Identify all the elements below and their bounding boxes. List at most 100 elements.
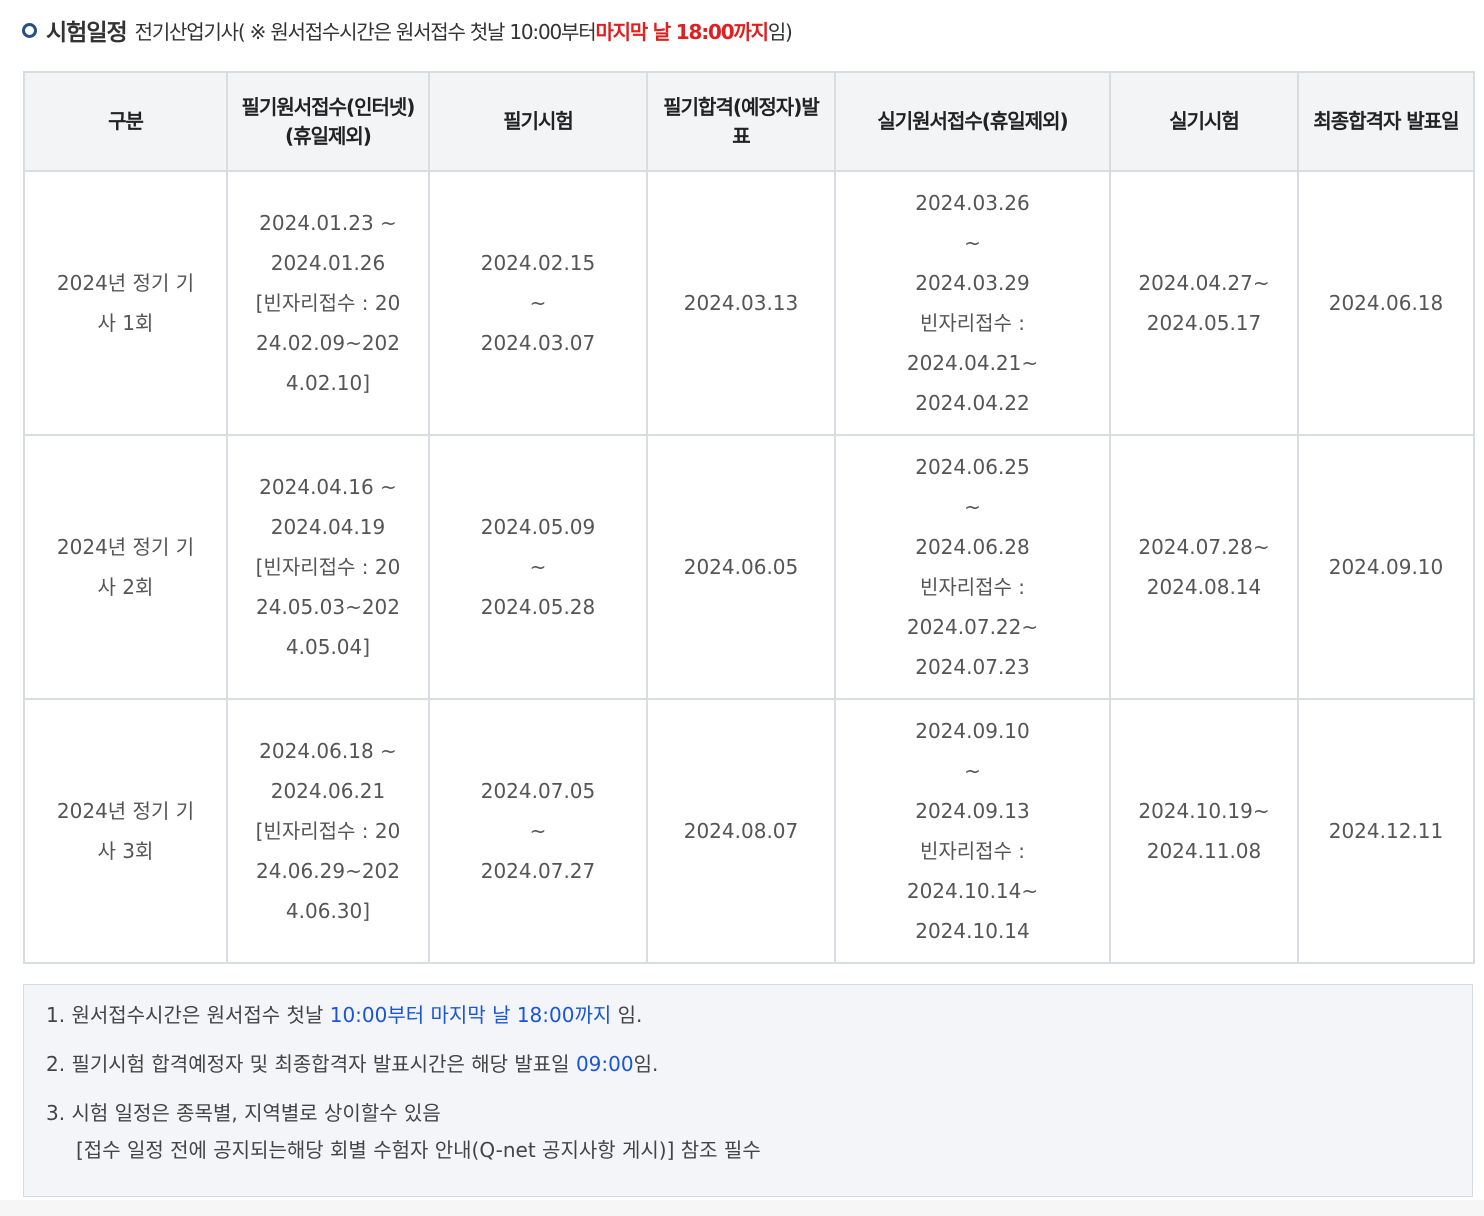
cell-written-result: 2024.06.05 [646, 434, 836, 700]
cell-line: 2024.10.14~ [906, 879, 1039, 903]
cell-line: 사 3회 [97, 839, 154, 863]
cell-practical-application: 2024.09.10 ~2024.09.13 빈자리접수 : 2024.10.14~ 2… [834, 698, 1111, 964]
table-row: 2024년 정기 기사 3회 2024.06.18 ~ 2024.06.21 [빈자리… [23, 698, 1475, 964]
cell-line: 2024.06.21 [270, 779, 386, 803]
table-row: 2024년 정기 기사 1회 2024.01.23 ~ 2024.01.26 [빈자리… [23, 170, 1475, 436]
cell-line: ~ [964, 495, 981, 519]
cell-line: 2024년 정기 기 [56, 535, 195, 559]
cell-line: 2024.09.10 [915, 719, 1030, 743]
cell-written-exam: 2024.02.15 ~2024.03.07 [428, 170, 648, 436]
cell-line: 24.02.09~202 [256, 331, 400, 355]
cell-practical-application: 2024.06.25 ~2024.06.28 빈자리접수 : 2024.07.22~ 2… [834, 434, 1111, 700]
note-text: 임. [633, 1052, 659, 1076]
cell-line: 2024.04.16 ~ [259, 475, 397, 499]
cell-practical-exam: 2024.10.19~ 2024.11.08 [1109, 698, 1299, 964]
cell-line: 빈자리접수 : [919, 839, 1026, 863]
cell-line: ~ [529, 555, 547, 579]
notes-box: 1. 원서접수시간은 원서접수 첫날 10:00부터 마지막 날 18:00까지… [23, 984, 1473, 1197]
note-text: 2. 필기시험 합격예정자 및 최종합격자 발표시간은 해당 발표일 [46, 1052, 576, 1076]
cell-line: ~ [964, 759, 981, 783]
cell-line: 2024.04.27~ [1138, 271, 1270, 295]
cell-round: 2024년 정기 기사 2회 [23, 434, 228, 700]
cell-line: 2024년 정기 기 [56, 271, 195, 295]
title-subtitle-suffix: 임) [767, 19, 793, 44]
cell-line: 2024.07.05 [480, 779, 596, 803]
cell-line: 2024.07.27 [480, 859, 596, 883]
cell-line: [빈자리접수 : 20 [255, 291, 401, 315]
cell-line: [빈자리접수 : 20 [255, 819, 401, 843]
cell-written-application: 2024.04.16 ~ 2024.04.19 [빈자리접수 : 20 24.05.0… [226, 434, 430, 700]
note-highlight: 09:00 [575, 1052, 634, 1076]
header-written-application: 필기원서접수(인터넷)(휴일제외) [226, 71, 430, 172]
cell-line: 2024년 정기 기 [56, 799, 195, 823]
cell-final-result: 2024.12.11 [1297, 698, 1475, 964]
cell-line: 2024.08.07 [683, 819, 799, 843]
cell-line: 2024.07.22~ [906, 615, 1039, 639]
cell-line: 사 1회 [97, 311, 154, 335]
table-header-row: 구분 필기원서접수(인터넷)(휴일제외) 필기시험 필기합격(예정자)발표 실기… [23, 71, 1475, 172]
cell-line: 2024.07.23 [915, 655, 1030, 679]
cell-written-exam: 2024.05.09 ~2024.05.28 [428, 434, 648, 700]
note-text: 임. [611, 1003, 643, 1027]
cell-practical-exam: 2024.07.28~ 2024.08.14 [1109, 434, 1299, 700]
cell-final-result: 2024.09.10 [1297, 434, 1475, 700]
cell-line: 2024.05.09 [480, 515, 596, 539]
table-row: 2024년 정기 기사 2회 2024.04.16 ~ 2024.04.19 [빈자리… [23, 434, 1475, 700]
cell-written-application: 2024.06.18 ~ 2024.06.21 [빈자리접수 : 20 24.06.2… [226, 698, 430, 964]
note-text: 1. 원서접수시간은 원서접수 첫날 [46, 1003, 330, 1027]
cell-line: 4.06.30] [285, 899, 371, 923]
cell-line: 사 2회 [97, 575, 154, 599]
cell-line: 24.05.03~202 [256, 595, 400, 619]
header-written-exam: 필기시험 [428, 71, 648, 172]
cell-final-result: 2024.06.18 [1297, 170, 1475, 436]
title-subtitle-highlight: 마지막 날 18:00까지 [595, 19, 769, 44]
note-text: 3. 시험 일정은 종목별, 지역별로 상이할수 있음 [46, 1101, 441, 1125]
section-title: 시험일정 전기산업기사( ※ 원서접수시간은 원서접수 첫날 10:00부터 마… [22, 10, 793, 50]
cell-line: 4.02.10] [285, 371, 371, 395]
cell-line: 2024.09.10 [1328, 555, 1444, 579]
cell-written-result: 2024.03.13 [646, 170, 836, 436]
cell-line: 2024.11.08 [1146, 839, 1262, 863]
note-sub-item: [접수 일정 전에 공지되는해당 회별 수험자 안내(Q-net 공지사항 게시… [76, 1138, 761, 1162]
cell-line: 2024.03.07 [480, 331, 596, 355]
cell-line: 2024.07.28~ [1138, 535, 1270, 559]
cell-line: 2024.01.23 ~ [259, 211, 397, 235]
cell-line: 2024.04.21~ [906, 351, 1039, 375]
cell-line: ~ [964, 231, 981, 255]
header-final-result: 최종합격자 발표일 [1297, 71, 1475, 172]
note-highlight: 10:00부터 마지막 날 18:00까지 [329, 1003, 612, 1027]
cell-line: 2024.03.26 [915, 191, 1030, 215]
cell-line: 2024.12.11 [1328, 819, 1444, 843]
exam-schedule-page: 시험일정 전기산업기사( ※ 원서접수시간은 원서접수 첫날 10:00부터 마… [0, 0, 1484, 1216]
cell-practical-exam: 2024.04.27~ 2024.05.17 [1109, 170, 1299, 436]
cell-line: 빈자리접수 : [919, 311, 1026, 335]
cell-round: 2024년 정기 기사 1회 [23, 170, 228, 436]
cell-line: 2024.04.19 [270, 515, 386, 539]
cell-line: 2024.03.13 [683, 291, 799, 315]
circle-bullet-icon [22, 22, 37, 38]
cell-line: 2024.06.28 [915, 535, 1030, 559]
bottom-strip [0, 1200, 1484, 1216]
header-written-result: 필기합격(예정자)발표 [646, 71, 836, 172]
cell-written-result: 2024.08.07 [646, 698, 836, 964]
header-round: 구분 [23, 71, 228, 172]
cell-practical-application: 2024.03.26 ~2024.03.29 빈자리접수 : 2024.04.21~ 2… [834, 170, 1111, 436]
cell-line: 2024.04.22 [915, 391, 1030, 415]
cell-line: 2024.09.13 [915, 799, 1030, 823]
cell-line: 빈자리접수 : [919, 575, 1026, 599]
cell-line: 2024.06.25 [915, 455, 1030, 479]
header-practical-exam: 실기시험 [1109, 71, 1299, 172]
cell-round: 2024년 정기 기사 3회 [23, 698, 228, 964]
cell-line: 2024.06.18 ~ [259, 739, 397, 763]
cell-line: ~ [529, 819, 547, 843]
page-title: 시험일정 [46, 20, 128, 46]
cell-line: 24.06.29~202 [256, 859, 400, 883]
cell-line: 2024.05.17 [1146, 311, 1262, 335]
cell-line: 4.05.04] [285, 635, 371, 659]
schedule-table: 구분 필기원서접수(인터넷)(휴일제외) 필기시험 필기합격(예정자)발표 실기… [23, 71, 1475, 964]
cell-written-application: 2024.01.23 ~ 2024.01.26 [빈자리접수 : 20 24.02.0… [226, 170, 430, 436]
cell-line: 2024.06.18 [1328, 291, 1444, 315]
cell-line: 2024.01.26 [270, 251, 386, 275]
cell-line: 2024.10.14 [915, 919, 1030, 943]
cell-written-exam: 2024.07.05 ~2024.07.27 [428, 698, 648, 964]
